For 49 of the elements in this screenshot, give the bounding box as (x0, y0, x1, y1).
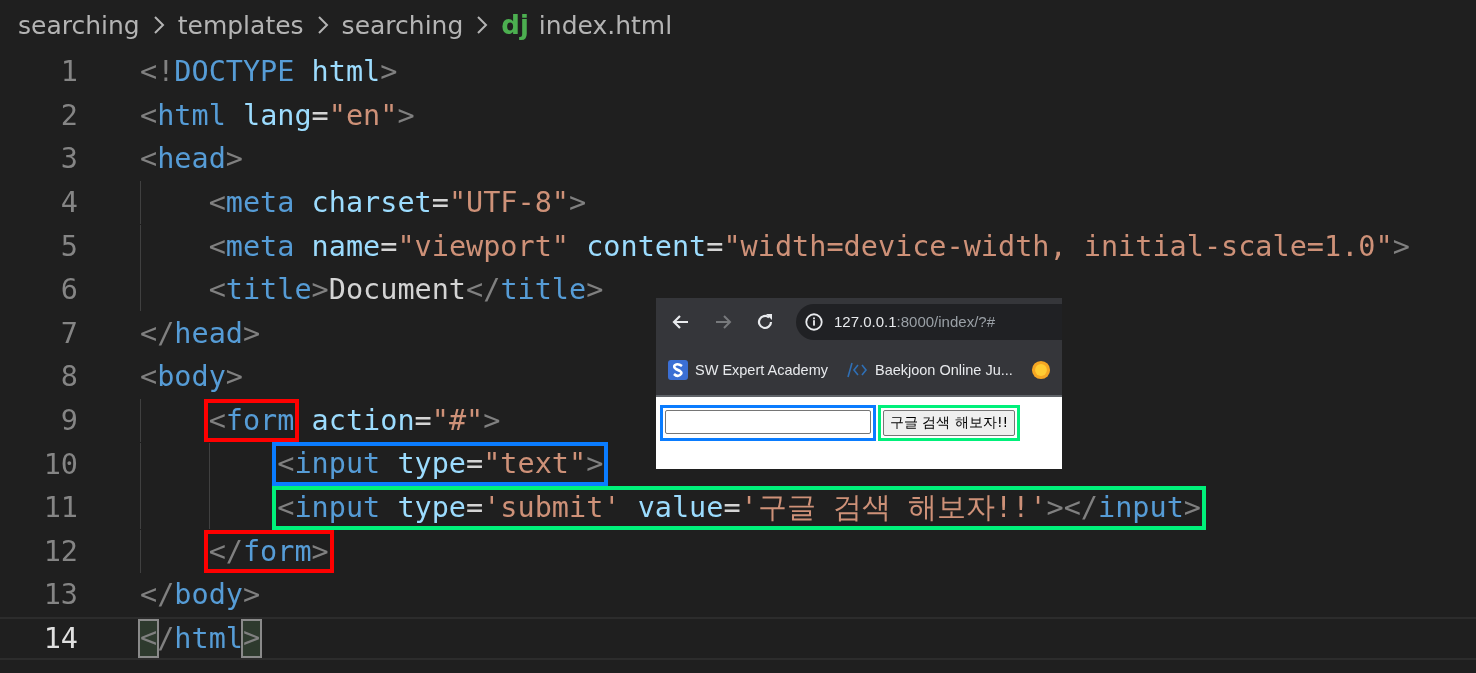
line-number: 1 (59, 55, 78, 89)
line-number: 10 (42, 447, 78, 481)
submit-button[interactable]: 구글 검색 해보자!! (883, 410, 1016, 436)
url-text: 127.0.0.1:8000/index/?# (834, 313, 995, 330)
code-text: <title>Document</title> (208, 273, 604, 307)
breadcrumb-item[interactable]: searching (341, 10, 464, 40)
breadcrumb-item[interactable]: templates (177, 10, 304, 40)
code-text: </body> (140, 578, 261, 612)
line-number: 2 (59, 98, 78, 132)
code-text: </head> (140, 316, 261, 350)
code-text: action="#"> (310, 404, 501, 438)
highlight-box: </form> (203, 529, 334, 574)
highlight-box: <input type="text"> (272, 442, 609, 486)
code-text: <!DOCTYPE html> (140, 55, 398, 89)
code-text: /html (157, 622, 243, 655)
breadcrumb-item[interactable]: index.html (538, 10, 673, 40)
breadcrumb-item[interactable]: searching (18, 10, 140, 40)
code-text: <meta name="viewport" content="width=device-width, initial-scale=1.0"> (208, 229, 1410, 263)
code-text: <body> (140, 360, 243, 394)
line-number: 6 (59, 273, 78, 307)
bookmark-link[interactable]: Baekjoon Online Ju... (874, 362, 1013, 378)
code-text: <head> (140, 142, 243, 176)
bracket-match: < (138, 619, 160, 658)
line-number: 5 (59, 229, 78, 263)
line-number: 8 (59, 360, 78, 394)
line-number: 13 (42, 578, 78, 612)
line-number: 7 (59, 316, 78, 350)
highlight-box: <input type='submit' value='구글 검색 해보자!!'></input> (272, 485, 1206, 530)
line-number: 4 (59, 186, 78, 220)
code-text: <meta charset="UTF-8"> (208, 186, 587, 220)
sun-icon[interactable] (1030, 360, 1051, 380)
line-number: 14 (42, 622, 78, 655)
chevron-icon (475, 14, 490, 36)
chevron-icon (151, 14, 166, 36)
bookmark-link[interactable]: SW Expert Academy (695, 362, 828, 378)
text-field[interactable] (665, 410, 871, 434)
line-number: 3 (59, 142, 78, 176)
code-text: <html lang="en"> (140, 98, 415, 132)
line-number: 12 (42, 534, 78, 568)
code-icon (845, 362, 868, 378)
s-logo-icon (668, 360, 688, 380)
address-bar[interactable]: 127.0.0.1:8000/index/?# (796, 303, 1062, 340)
highlight-box: <form (203, 398, 300, 443)
info-icon[interactable] (804, 311, 824, 332)
line-number: 11 (42, 491, 78, 525)
line-number: 9 (59, 404, 78, 438)
bracket-match: > (241, 619, 263, 658)
chevron-icon (315, 14, 330, 36)
django-logo: dj (501, 10, 529, 40)
